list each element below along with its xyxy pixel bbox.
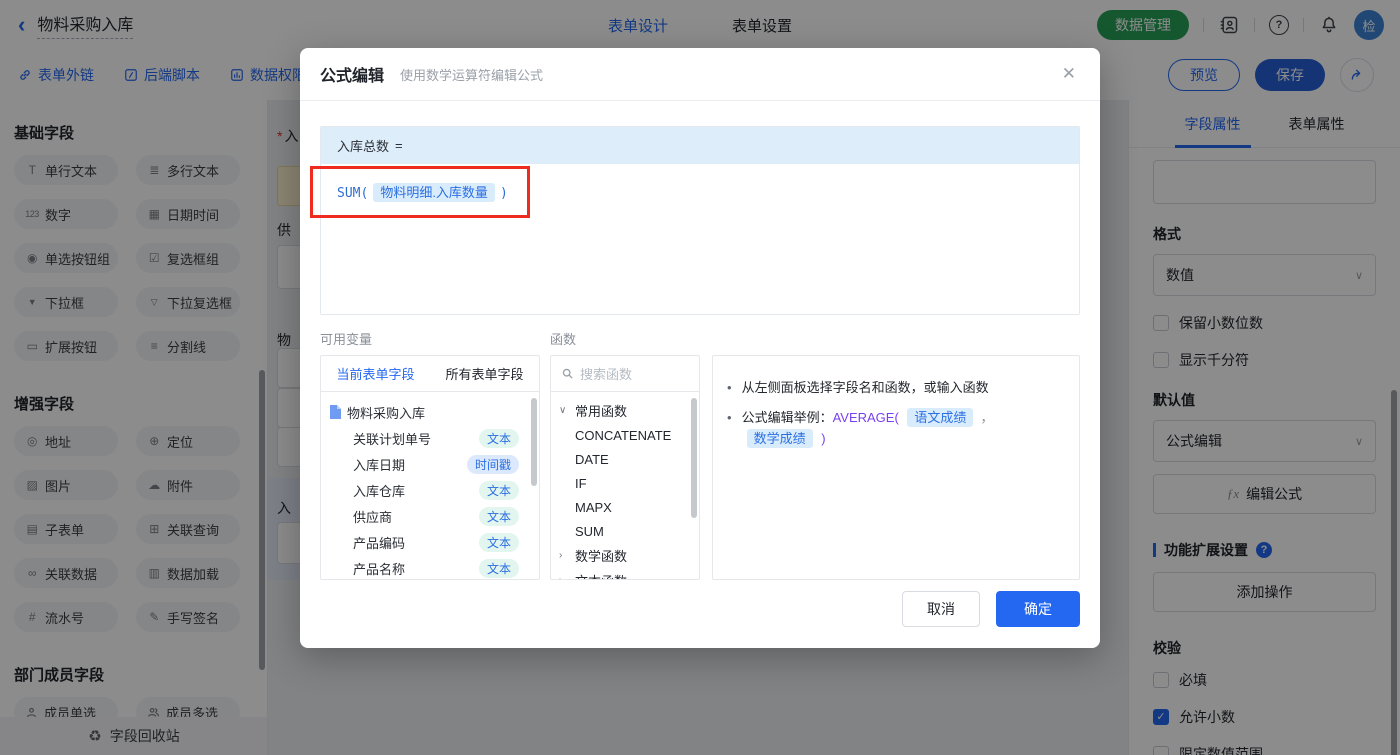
function-item-if[interactable]: IF xyxy=(551,471,699,495)
function-item-sum[interactable]: SUM xyxy=(551,519,699,543)
variable-name: 入库日期 xyxy=(353,457,406,473)
tip-text: 从左侧面板选择字段名和函数，或输入函数 xyxy=(741,380,989,395)
variable-name: 产品编码 xyxy=(353,535,406,551)
type-badge: 文本 xyxy=(478,428,519,448)
variable-row[interactable]: 关联计划单号 文本 xyxy=(329,425,531,451)
help-tip-2: • 公式编辑举例：AVERAGE( 语文成绩 ，数学成绩 ) xyxy=(727,407,1065,449)
variables-tabs: 当前表单字段 所有表单字段 xyxy=(321,356,539,392)
tab-current-form-fields[interactable]: 当前表单字段 xyxy=(321,364,430,383)
variable-row[interactable]: 产品编码 文本 xyxy=(329,529,531,555)
variable-row[interactable]: 入库仓库 文本 xyxy=(329,477,531,503)
variables-root-node[interactable]: 物料采购入库 xyxy=(329,399,531,425)
group-label: 文本函数 xyxy=(575,571,627,579)
group-label: 常用函数 xyxy=(575,404,628,419)
variable-name: 供应商 xyxy=(353,509,393,525)
formula-variable-chip[interactable]: 物料明细.入库数量 xyxy=(373,183,495,202)
variable-row[interactable]: 产品名称 文本 xyxy=(329,555,531,579)
formula-input-area[interactable]: SUM( 物料明细.入库数量) xyxy=(321,164,1079,314)
example-function-name: AVERAGE( xyxy=(832,410,899,425)
chevron-right-icon: › xyxy=(559,550,563,561)
equals-sign: = xyxy=(395,138,403,153)
root-node-label: 物料采购入库 xyxy=(347,405,426,421)
functions-scrollbar[interactable] xyxy=(691,398,697,518)
variable-name: 关联计划单号 xyxy=(353,431,432,447)
chevron-right-icon: › xyxy=(559,575,569,579)
example-chip: 语文成绩 xyxy=(907,408,974,427)
search-placeholder: 搜索函数 xyxy=(580,367,633,382)
type-badge: 文本 xyxy=(478,558,519,578)
tab-all-form-fields[interactable]: 所有表单字段 xyxy=(430,364,539,383)
formula-target-name: 入库总数 xyxy=(337,139,390,154)
variables-panel: 当前表单字段 所有表单字段 物料采购入库 关联计划单号 文本 入库日期 时间戳 xyxy=(320,355,540,580)
formula-target-bar: 入库总数 = xyxy=(321,127,1079,164)
formula-function-open: SUM( xyxy=(337,186,369,201)
variables-panel-label: 可用变量 xyxy=(320,332,373,347)
type-badge: 文本 xyxy=(478,480,519,500)
variable-name: 入库仓库 xyxy=(353,483,406,499)
group-label: 数学函数 xyxy=(575,549,628,564)
modal-header: 公式编辑 使用数学运算符编辑公式 ✕ xyxy=(300,48,1100,101)
formula-editor-modal: 公式编辑 使用数学运算符编辑公式 ✕ 入库总数 = SUM( 物料明细.入库数量)… xyxy=(300,48,1100,648)
variables-scrollbar[interactable] xyxy=(531,398,537,486)
variable-name: 产品名称 xyxy=(353,561,406,577)
functions-panel: 搜索函数 ∨ 常用函数 CONCATENATE DATE IF MAPX SUM… xyxy=(550,355,700,580)
help-panel: • 从左侧面板选择字段名和函数，或输入函数 • 公式编辑举例：AVERAGE( … xyxy=(712,355,1080,580)
function-group-text[interactable]: › 文本函数 xyxy=(551,568,699,579)
function-item-concatenate[interactable]: CONCATENATE xyxy=(551,423,699,447)
function-group-math[interactable]: › 数学函数 xyxy=(551,543,699,568)
modal-subtitle: 使用数学运算符编辑公式 xyxy=(400,67,544,83)
variable-row[interactable]: 供应商 文本 xyxy=(329,503,531,529)
functions-panel-label: 函数 xyxy=(550,332,577,347)
cancel-button[interactable]: 取消 xyxy=(902,591,980,627)
modal-title: 公式编辑 xyxy=(320,68,385,85)
bullet-icon: • xyxy=(727,410,732,425)
function-search-input[interactable]: 搜索函数 xyxy=(551,356,699,392)
search-icon xyxy=(562,368,573,379)
help-tip-1: • 从左侧面板选择字段名和函数，或输入函数 xyxy=(727,377,1065,398)
bullet-icon: • xyxy=(727,380,732,395)
variable-row[interactable]: 入库日期 时间戳 xyxy=(329,451,531,477)
type-badge: 时间戳 xyxy=(466,454,519,474)
formula-close-paren: ) xyxy=(499,186,508,201)
form-doc-icon xyxy=(330,405,341,419)
confirm-button[interactable]: 确定 xyxy=(996,591,1080,627)
function-group-common[interactable]: ∨ 常用函数 xyxy=(551,398,699,423)
chevron-down-icon: ∨ xyxy=(559,405,567,416)
type-badge: 文本 xyxy=(478,532,519,552)
function-item-mapx[interactable]: MAPX xyxy=(551,495,699,519)
panel-labels: 可用变量 函数 xyxy=(320,329,1080,348)
type-badge: 文本 xyxy=(478,506,519,526)
close-icon[interactable]: ✕ xyxy=(1062,64,1076,84)
function-item-date[interactable]: DATE xyxy=(551,447,699,471)
formula-box: 入库总数 = SUM( 物料明细.入库数量) xyxy=(320,126,1080,315)
example-chip: 数学成绩 xyxy=(746,429,813,448)
tip-text: 公式编辑举例：AVERAGE( 语文成绩 ，数学成绩 ) xyxy=(741,408,994,448)
